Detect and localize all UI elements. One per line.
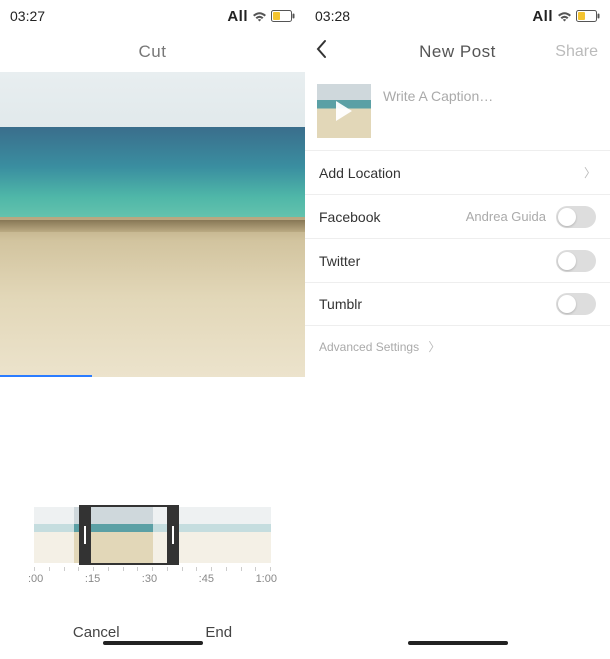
- trim-handle-left[interactable]: [79, 507, 91, 563]
- nav-bar: Cut: [0, 32, 305, 72]
- add-location-label: Add Location: [319, 165, 584, 181]
- caption-row: Write A Caption…: [305, 72, 610, 150]
- twitter-label: Twitter: [319, 253, 556, 269]
- facebook-row: Facebook Andrea Guida: [305, 194, 610, 238]
- facebook-account: Andrea Guida: [466, 209, 546, 224]
- share-button[interactable]: Share: [555, 43, 598, 61]
- status-bar: 03:27 All: [0, 0, 305, 32]
- wifi-icon: [252, 11, 267, 22]
- chevron-right-icon: 〉: [428, 340, 440, 354]
- twitter-toggle[interactable]: [556, 250, 596, 272]
- status-carrier: All: [532, 8, 553, 25]
- trim-handle-right[interactable]: [167, 507, 179, 563]
- status-bar: 03:28 All: [305, 0, 610, 32]
- trim-selection[interactable]: [79, 505, 179, 565]
- facebook-toggle[interactable]: [556, 206, 596, 228]
- video-thumbnail[interactable]: [317, 84, 371, 138]
- end-button[interactable]: End: [205, 624, 232, 641]
- tumblr-label: Tumblr: [319, 296, 556, 312]
- battery-icon: [271, 10, 295, 22]
- facebook-label: Facebook: [319, 209, 466, 225]
- status-time: 03:27: [10, 8, 45, 24]
- advanced-settings-button[interactable]: Advanced Settings 〉: [305, 326, 610, 367]
- caption-input[interactable]: Write A Caption…: [383, 84, 598, 104]
- page-title: New Post: [419, 42, 496, 62]
- home-indicator[interactable]: [103, 641, 203, 645]
- timeline: :00 :15 :30 :45 1:00: [0, 377, 305, 585]
- back-button[interactable]: [315, 39, 327, 65]
- play-icon: [336, 101, 352, 121]
- twitter-row: Twitter: [305, 238, 610, 282]
- filmstrip[interactable]: [34, 507, 271, 563]
- page-title: Cut: [139, 42, 167, 62]
- tick-label: :30: [142, 573, 157, 585]
- add-location-row[interactable]: Add Location 〉: [305, 150, 610, 194]
- video-cut-screen: 03:27 All Cut: [0, 0, 305, 659]
- tick-label: :15: [85, 573, 100, 585]
- status-carrier: All: [227, 8, 248, 25]
- chevron-right-icon: 〉: [584, 164, 596, 181]
- bottom-actions: Cancel End: [0, 624, 305, 641]
- battery-icon: [576, 10, 600, 22]
- home-indicator[interactable]: [408, 641, 508, 645]
- tick-labels: :00 :15 :30 :45 1:00: [28, 573, 277, 585]
- tick-label: :45: [199, 573, 214, 585]
- new-post-screen: 03:28 All New Post Share Write A Caption…: [305, 0, 610, 659]
- advanced-settings-label: Advanced Settings: [319, 340, 419, 354]
- tick-label: 1:00: [256, 573, 277, 585]
- tumblr-toggle[interactable]: [556, 293, 596, 315]
- tick-label: :00: [28, 573, 43, 585]
- video-preview[interactable]: [0, 72, 305, 377]
- cancel-button[interactable]: Cancel: [73, 624, 120, 641]
- nav-bar: New Post Share: [305, 32, 610, 72]
- wifi-icon: [557, 11, 572, 22]
- status-time: 03:28: [315, 8, 350, 24]
- tumblr-row: Tumblr: [305, 282, 610, 326]
